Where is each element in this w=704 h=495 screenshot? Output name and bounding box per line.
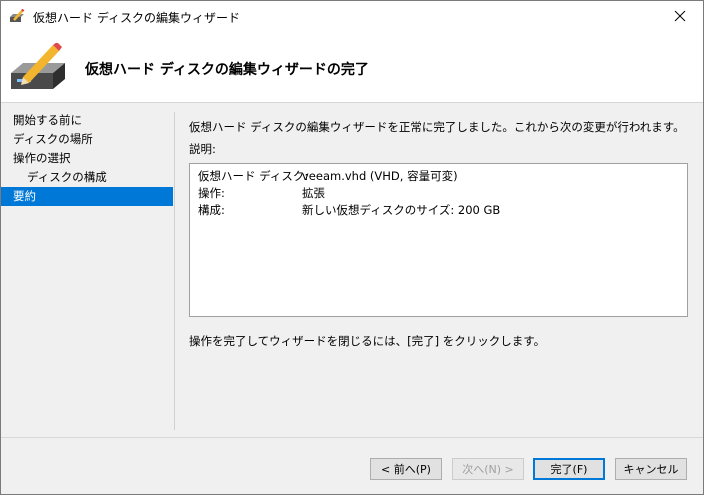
description-box[interactable]: 仮想ハード ディスク: veeam.vhd (VHD, 容量可変) 操作: 拡張… — [189, 163, 688, 317]
detail-value: 新しい仮想ディスクのサイズ: 200 GB — [302, 203, 501, 217]
wizard-window: 仮想ハード ディスクの編集ウィザード 仮想ハード ディスクの編集ウィザードの完了… — [0, 0, 704, 495]
step-configure-disk[interactable]: ディスクの構成 — [1, 168, 173, 187]
detail-value: 拡張 — [302, 186, 325, 200]
footer-divider — [1, 437, 703, 438]
description-label: 説明: — [189, 142, 216, 156]
window-title: 仮想ハード ディスクの編集ウィザード — [33, 11, 240, 25]
detail-value: veeam.vhd (VHD, 容量可変) — [302, 169, 458, 183]
back-button[interactable]: < 前へ(P) — [370, 458, 442, 480]
hard-disk-pencil-icon — [10, 9, 25, 22]
cancel-button[interactable]: キャンセル — [615, 458, 687, 480]
wizard-header: 仮想ハード ディスクの編集ウィザードの完了 — [1, 31, 703, 103]
intro-text: 仮想ハード ディスクの編集ウィザードを正常に完了しました。これから次の変更が行わ… — [189, 120, 685, 134]
wizard-steps-nav: 開始する前に ディスクの場所 操作の選択 ディスクの構成 要約 — [1, 111, 173, 206]
close-button[interactable] — [657, 1, 703, 31]
hard-disk-pencil-icon — [11, 43, 65, 89]
finish-button[interactable]: 完了(F) — [533, 458, 605, 480]
sidebar-divider — [174, 112, 175, 430]
next-button[interactable]: 次へ(N) > — [452, 458, 524, 480]
finish-instructions: 操作を完了してウィザードを閉じるには、[完了] をクリックします。 — [189, 334, 546, 348]
detail-key: 仮想ハード ディスク: — [198, 169, 309, 183]
title-bar: 仮想ハード ディスクの編集ウィザード — [1, 1, 703, 31]
step-summary[interactable]: 要約 — [1, 187, 173, 206]
step-disk-location[interactable]: ディスクの場所 — [1, 130, 173, 149]
step-before-you-begin[interactable]: 開始する前に — [1, 111, 173, 130]
detail-key: 操作: — [198, 186, 225, 200]
detail-key: 構成: — [198, 203, 225, 217]
page-title: 仮想ハード ディスクの編集ウィザードの完了 — [85, 62, 369, 78]
step-choose-action[interactable]: 操作の選択 — [1, 149, 173, 168]
close-icon — [674, 10, 686, 22]
